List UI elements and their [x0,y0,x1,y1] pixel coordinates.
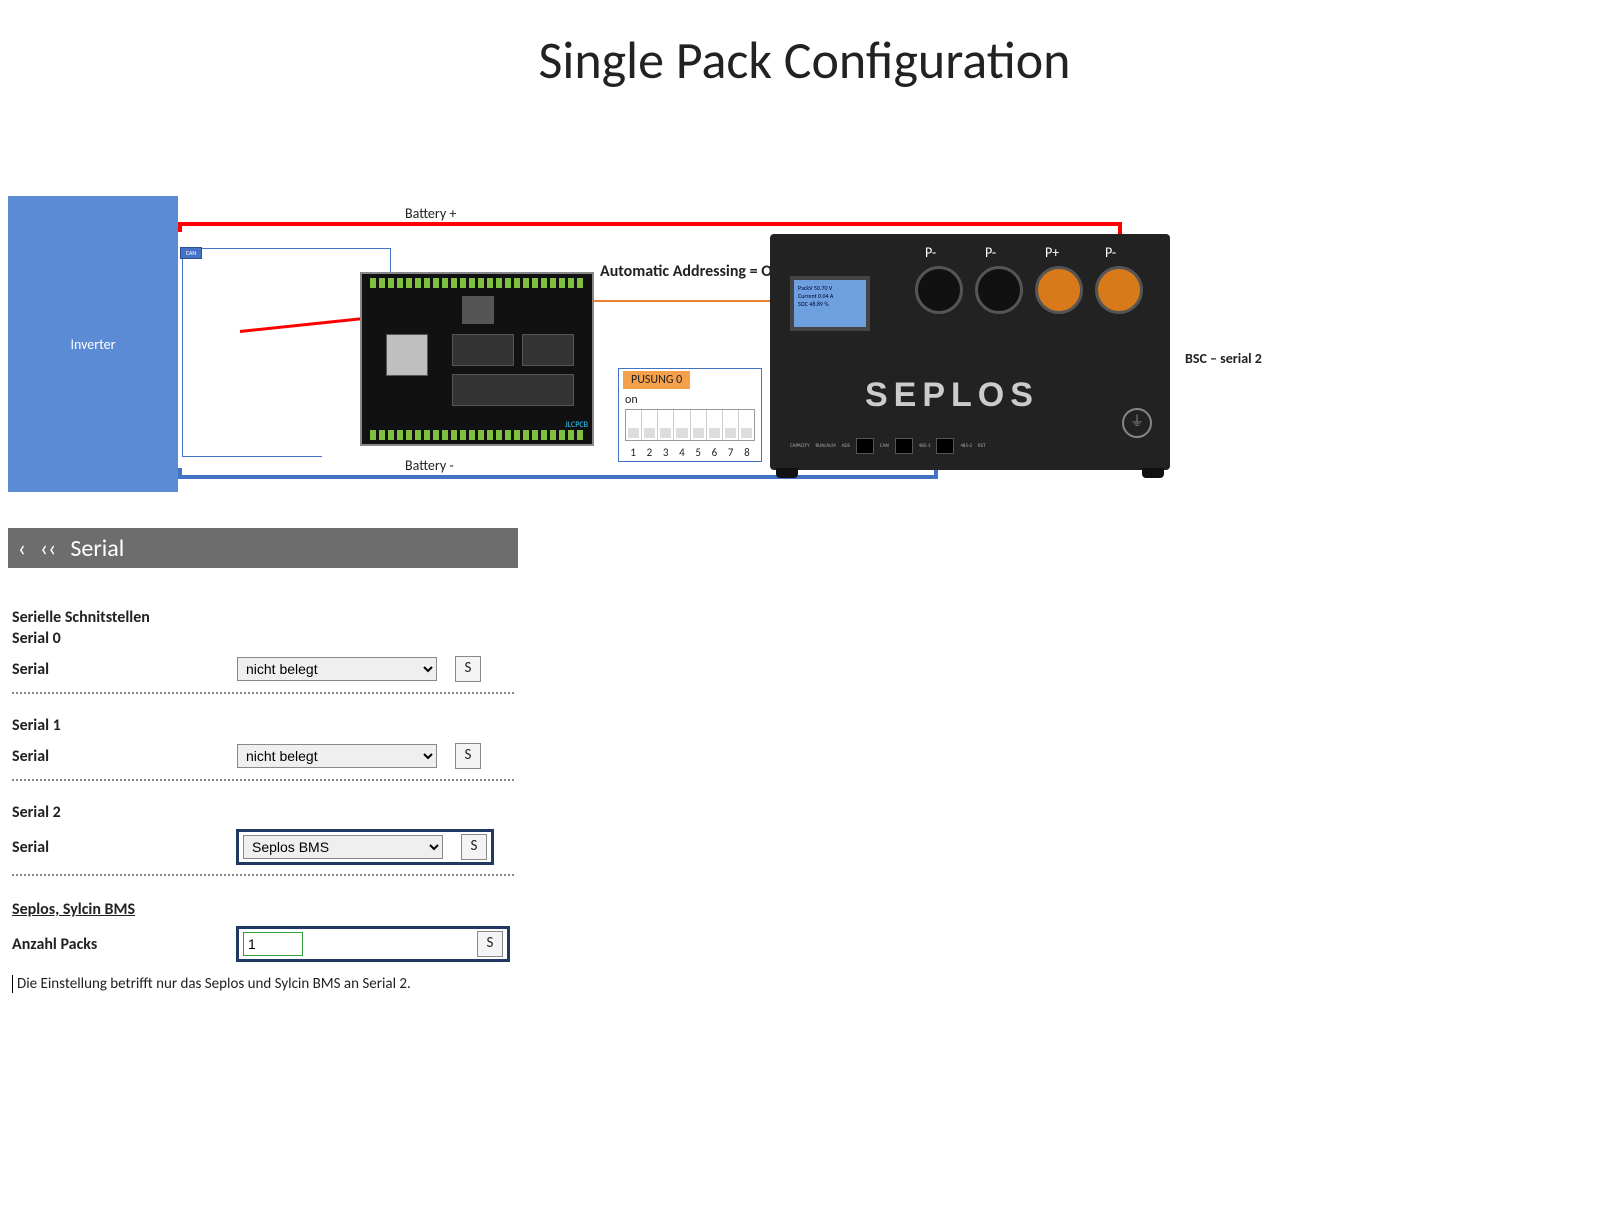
serial1-heading: Serial 1 [12,716,514,735]
dip-numbers: 1 2 3 4 5 6 7 8 [625,446,755,459]
dip-on-label: on [625,393,638,407]
label-auto-addressing: Automatic Addressing = OFF [600,262,787,281]
pcb-block-1 [452,334,514,366]
terminal-4 [1095,266,1143,314]
dip-n4: 4 [674,446,690,459]
port-lbl-7: RST [978,443,985,449]
inverter-box: Inverter [8,196,178,492]
dip-n8: 8 [739,446,755,459]
terminal-label-2: P- [985,244,996,261]
port-lbl-1: CAPACITY [790,443,809,449]
serial1-save-button[interactable]: S [455,743,481,769]
battery-screen: PackV 50.70 V Current 0.04 A SOC 48.89 % [790,276,870,331]
sub-section-seplos: Seplos, Sylcin BMS [12,900,514,919]
dip-n7: 7 [723,446,739,459]
battery-box: PackV 50.70 V Current 0.04 A SOC 48.89 %… [770,234,1170,470]
port-lbl-5: 485-1 [919,443,931,449]
serial0-heading: Serial 0 [12,629,514,648]
serial0-save-button[interactable]: S [455,656,481,682]
serial2-heading: Serial 2 [12,803,514,822]
terminal-2 [975,266,1023,314]
battery-foot-right [1142,468,1164,478]
serial2-highlight: Seplos BMS S [237,830,493,864]
section-serial-interfaces: Serielle Schnitstellen [12,608,514,627]
can-outline-left [182,248,183,456]
serial0-field-label: Serial [12,660,237,679]
can-tag: CAN [180,247,202,259]
port-lbl-3: ADS [842,443,850,449]
dip-n1: 1 [625,446,641,459]
pcb-rj45 [462,296,494,324]
serial0-select[interactable]: nicht belegt [237,657,437,681]
terminal-label-3: P+ [1045,244,1059,261]
port-485-2 [936,438,954,454]
screen-line-2: Current 0.04 A [798,292,862,300]
packs-input[interactable] [243,932,303,956]
serial1-select[interactable]: nicht belegt [237,744,437,768]
pcb-board: JLCPCB [360,272,594,446]
packs-label: Anzahl Packs [12,935,237,954]
wire-batt-minus-h [178,475,938,479]
pcb-header-bottom [370,430,584,440]
dip-n5: 5 [690,446,706,459]
nav-back-single[interactable]: ‹ [18,534,26,563]
dip-switches [625,409,755,441]
config-header-title: Serial [70,534,124,563]
arrow-to-pcb-shaft [240,315,380,333]
wire-batt-plus-h [178,222,1122,226]
dip-n6: 6 [706,446,722,459]
serial1-row: Serial nicht belegt S [12,735,514,781]
dip-badge: PUSUNG 0 [623,371,690,389]
dip-n2: 2 [641,446,657,459]
serial2-select[interactable]: Seplos BMS [243,835,443,859]
serial1-field-label: Serial [12,747,237,766]
dip-switch-box: PUSUNG 0 on 1 2 3 4 5 6 7 8 [618,368,762,462]
config-header: ‹ ‹‹ Serial [8,528,518,568]
config-panel: ‹ ‹‹ Serial Serielle Schnitstellen Seria… [8,528,518,993]
page-title: Single Pack Configuration [0,28,1609,92]
serial2-row: Serial Seplos BMS S [12,822,514,876]
battery-ports: CAPACITY RUN/ALM ADS CAN 485-1 485-2 RST [790,432,1150,460]
port-lbl-4: CAN [880,443,889,449]
nav-back-double[interactable]: ‹‹ [40,534,56,563]
can-outline-bottom [182,456,322,457]
pcb-block-2 [522,334,574,366]
pcb-footer-text: JLCPCB [565,420,588,430]
pcb-mcu [386,334,428,376]
battery-foot-left [776,468,798,478]
terminal-3 [1035,266,1083,314]
screen-line-3: SOC 48.89 % [798,300,862,308]
inverter-label: Inverter [70,336,115,353]
port-485-1 [895,438,913,454]
packs-row: Anzahl Packs S [12,919,514,971]
terminal-1 [915,266,963,314]
can-outline-top [182,248,390,249]
screen-line-1: PackV 50.70 V [798,284,862,292]
pcb-header-top [370,278,584,288]
packs-save-button[interactable]: S [477,931,503,957]
terminal-label-4: P- [1105,244,1116,261]
battery-logo: SEPLOS [865,376,1039,415]
pcb-block-3 [452,374,574,406]
terminal-label-1: P- [925,244,936,261]
dip-n3: 3 [658,446,674,459]
can-outline-right [390,248,391,274]
serial2-save-button[interactable]: S [461,834,487,860]
port-can [856,438,874,454]
packs-highlight: S [237,927,509,961]
label-battery-minus: Battery - [405,457,454,474]
packs-note: Die Einstellung betrifft nur das Seplos … [12,975,514,993]
serial0-row: Serial nicht belegt S [12,648,514,694]
serial2-field-label: Serial [12,838,237,857]
port-lbl-6: 485-2 [960,443,972,449]
label-bsc-serial: BSC – serial 2 [1185,350,1262,367]
port-lbl-2: RUN/ALM [815,443,835,449]
label-battery-plus: Battery + [405,205,456,222]
